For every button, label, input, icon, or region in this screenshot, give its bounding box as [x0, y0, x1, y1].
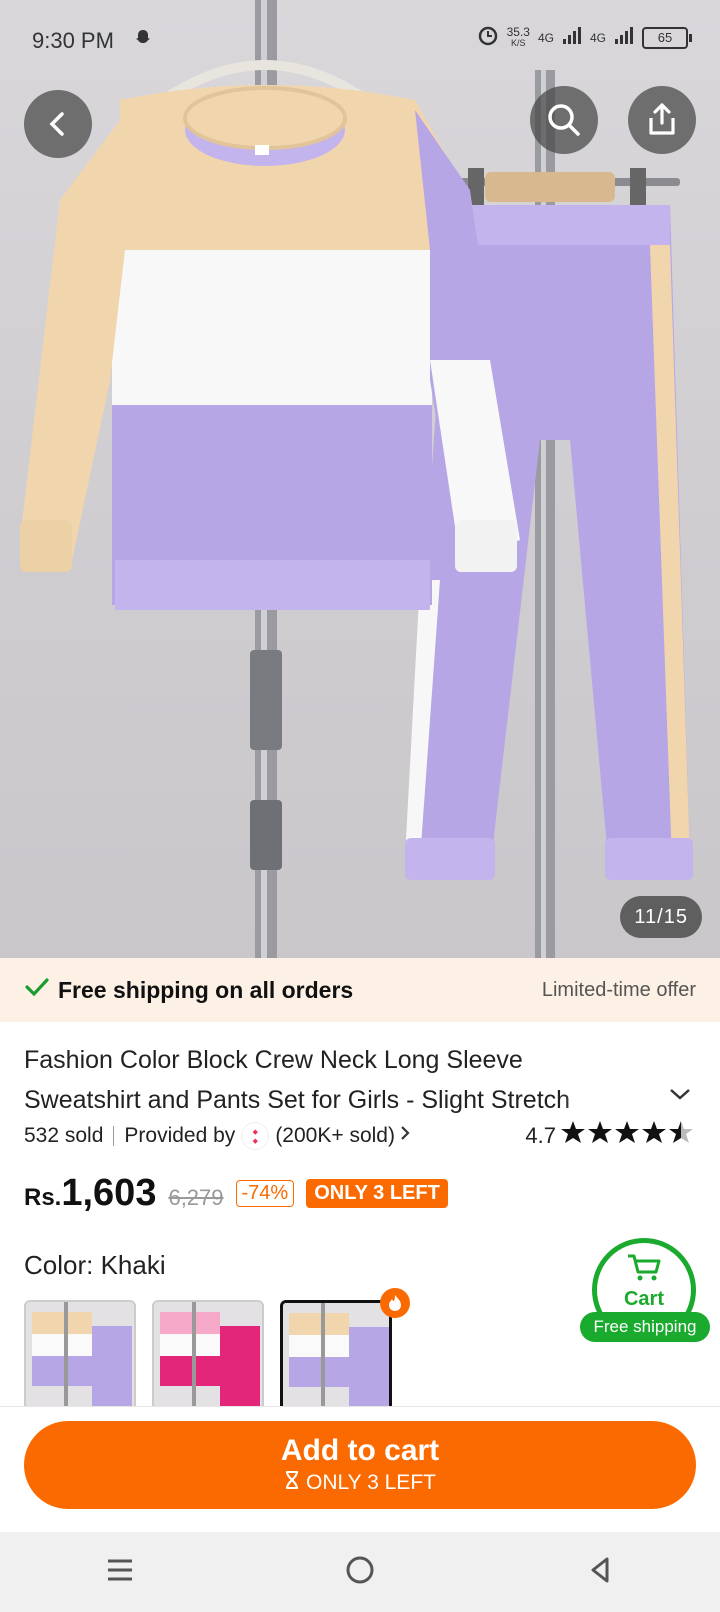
color-swatch-pink[interactable]: [152, 1300, 264, 1412]
current-price: 1,603: [61, 1172, 157, 1214]
add-to-cart-stock: ONLY 3 LEFT: [284, 1470, 436, 1496]
chevron-right-icon[interactable]: [399, 1124, 411, 1148]
price-row: Rs. 1,603 6,279 -74% ONLY 3 LEFT: [24, 1172, 448, 1215]
share-icon: [649, 103, 675, 135]
status-icons: 35.3 K/S 4G 4G 65: [477, 24, 692, 51]
cart-free-shipping: Free shipping: [580, 1312, 710, 1342]
store-sold-count[interactable]: (200K+ sold): [275, 1124, 395, 1148]
rating[interactable]: 4.7: [525, 1120, 696, 1152]
color-swatch-lavender[interactable]: [24, 1300, 136, 1412]
share-button[interactable]: [628, 86, 696, 154]
discount-badge: -74%: [235, 1180, 295, 1207]
expand-title-button[interactable]: [668, 1086, 692, 1107]
floating-cart[interactable]: Cart Free shipping: [580, 1238, 710, 1348]
color-swatch-khaki[interactable]: [280, 1300, 392, 1412]
home-icon[interactable]: [344, 1554, 376, 1591]
product-title[interactable]: Fashion Color Block Crew Neck Long Sleev…: [24, 1040, 624, 1120]
color-label: Color: Khaki: [24, 1250, 166, 1280]
fire-icon: [380, 1288, 410, 1318]
swatch-image: [26, 1302, 134, 1410]
sold-count: 532 sold: [24, 1124, 104, 1147]
chevron-down-icon: [670, 1089, 690, 1100]
store-logo[interactable]: ◆ ◆: [241, 1122, 270, 1150]
search-icon: [548, 104, 580, 136]
add-to-cart-stock-text: ONLY 3 LEFT: [306, 1471, 436, 1494]
swatch-image: [283, 1303, 389, 1409]
cart-label: Cart: [623, 1287, 664, 1310]
swatch-image: [154, 1302, 262, 1410]
product-title-line-2: Sweatshirt and Pants Set for Girls - Sli…: [24, 1086, 571, 1114]
network-label-1: 4G: [537, 30, 554, 45]
currency: Rs.: [24, 1184, 62, 1211]
alarm-icon: [477, 24, 499, 51]
limited-offer-text: Limited-time offer: [541, 978, 696, 1001]
signal-icon: [562, 25, 582, 50]
product-image[interactable]: [0, 0, 720, 958]
cart-icon: [626, 1252, 662, 1288]
check-icon: [24, 974, 50, 1006]
back-nav-icon[interactable]: [585, 1555, 615, 1590]
back-button[interactable]: [24, 90, 92, 158]
menu-icon[interactable]: [105, 1555, 135, 1590]
image-counter: 11/15: [620, 896, 702, 938]
divider: [113, 1126, 115, 1146]
free-shipping-text: Free shipping on all orders: [58, 976, 354, 1003]
network-label-2: 4G: [589, 30, 606, 45]
search-button[interactable]: [530, 86, 598, 154]
network-speed: 35.3 K/S: [506, 24, 530, 49]
add-to-cart-label: Add to cart: [280, 1434, 440, 1467]
status-bar: 9:30 PM 35.3 K/S 4G 4G 65: [0, 0, 720, 80]
hourglass-icon: [284, 1470, 300, 1496]
speed-unit: K/S: [511, 37, 526, 48]
product-photo: [20, 0, 693, 958]
stock-badge: ONLY 3 LEFT: [306, 1179, 448, 1208]
status-time: 9:30 PM: [32, 28, 114, 53]
free-shipping-banner[interactable]: Free shipping on all orders Limited-time…: [0, 958, 720, 1022]
signal-icon-2: [614, 25, 634, 50]
snapchat-icon: [133, 28, 153, 53]
add-to-cart-button[interactable]: Add to cart ONLY 3 LEFT: [24, 1421, 696, 1509]
battery-indicator: 65: [642, 26, 692, 49]
title-fade: [560, 1082, 630, 1118]
original-price: 6,279: [168, 1185, 224, 1210]
provided-by-label: Provided by: [124, 1124, 236, 1147]
speed-value: 35.3: [506, 24, 530, 39]
star-rating-icon: [560, 1120, 696, 1152]
rating-value: 4.7: [525, 1123, 556, 1148]
system-nav-bar: [0, 1532, 720, 1612]
bottom-action-bar: Add to cart ONLY 3 LEFT: [0, 1406, 720, 1532]
chevron-left-icon: [49, 112, 64, 136]
product-title-line-1: Fashion Color Block Crew Neck Long Sleev…: [24, 1046, 523, 1074]
